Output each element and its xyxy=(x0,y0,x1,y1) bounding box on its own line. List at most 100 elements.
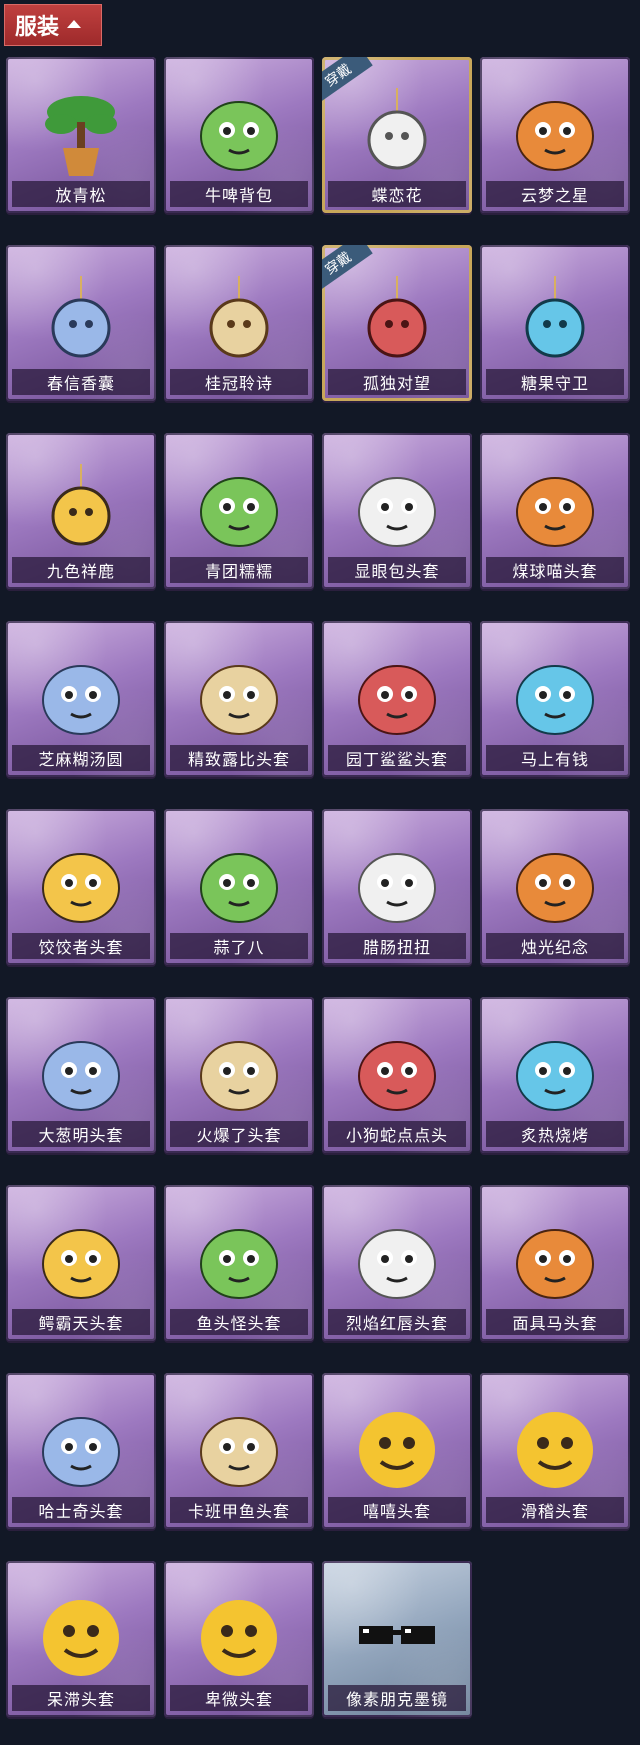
costume-card[interactable]: 穿戴 孤独对望 xyxy=(322,245,472,401)
lightbulb-head-icon xyxy=(347,458,447,558)
costume-name: 小狗蛇点点头 xyxy=(328,1121,466,1147)
husky-head-icon xyxy=(31,1398,131,1498)
costume-name: 芝麻糊汤圆 xyxy=(12,745,150,771)
category-label: 服装 xyxy=(15,15,60,40)
smirk-emoji-head-icon xyxy=(505,1398,605,1498)
garlic-head-icon xyxy=(189,834,289,934)
costume-card[interactable]: 精致露比头套 xyxy=(164,621,314,777)
costume-grid: 放青松 牛啤背包 穿戴 蝶恋花 云梦之星春信香囊 桂冠聆诗 穿戴 孤独对望 糖果守卫九色祥鹿 青团… xyxy=(6,57,630,1717)
dog-snake-head-icon xyxy=(347,1022,447,1122)
costume-card[interactable]: 大葱明头套 xyxy=(6,997,156,1153)
costume-card[interactable]: 园丁鲨鲨头套 xyxy=(322,621,472,777)
costume-card[interactable]: 蒜了八 xyxy=(164,809,314,965)
costume-name: 鱼头怪头套 xyxy=(170,1309,308,1335)
costume-name: 煤球喵头套 xyxy=(486,557,624,583)
costume-name: 蝶恋花 xyxy=(328,181,466,207)
costume-name: 马上有钱 xyxy=(486,745,624,771)
costume-card[interactable]: 火爆了头套 xyxy=(164,997,314,1153)
bbq-meat-head-icon xyxy=(505,1022,605,1122)
costume-card[interactable]: 鳄霸天头套 xyxy=(6,1185,156,1341)
costume-card[interactable]: 哈士奇头套 xyxy=(6,1373,156,1529)
grin-emoji-head-icon xyxy=(347,1398,447,1498)
costume-name: 面具马头套 xyxy=(486,1309,624,1335)
costume-card[interactable]: 鱼头怪头套 xyxy=(164,1185,314,1341)
costume-name: 孤独对望 xyxy=(328,369,466,395)
horse-mask-head-icon xyxy=(505,1210,605,1310)
costume-card[interactable]: 糖果守卫 xyxy=(480,245,630,401)
costume-card[interactable]: 放青松 xyxy=(6,57,156,213)
costume-name: 卡班甲鱼头套 xyxy=(170,1497,308,1523)
costume-name: 放青松 xyxy=(12,181,150,207)
cow-beer-barrel-icon xyxy=(189,82,289,182)
pink-beaver-head-icon xyxy=(189,646,289,746)
costume-card[interactable]: 饺饺者头套 xyxy=(6,809,156,965)
crystal-doll-charm-icon xyxy=(347,270,447,370)
costume-name: 烛光纪念 xyxy=(486,933,624,959)
green-rice-ball-icon xyxy=(189,458,289,558)
costume-card[interactable]: 桂冠聆诗 xyxy=(164,245,314,401)
costume-name: 园丁鲨鲨头套 xyxy=(328,745,466,771)
red-horse-head-icon xyxy=(505,646,605,746)
dachshund-head-icon xyxy=(347,834,447,934)
crocodile-head-icon xyxy=(31,1210,131,1310)
costume-card[interactable]: 卑微头套 xyxy=(164,1561,314,1717)
costume-name: 炙热烧烤 xyxy=(486,1121,624,1147)
costume-card[interactable]: 呆滞头套 xyxy=(6,1561,156,1717)
stare-emoji-head-icon xyxy=(31,1586,131,1686)
costume-name: 九色祥鹿 xyxy=(12,557,150,583)
yellow-mouse-head-icon xyxy=(347,1210,447,1310)
costume-name: 春信香囊 xyxy=(12,369,150,395)
costume-card[interactable]: 穿戴 蝶恋花 xyxy=(322,57,472,213)
costume-card[interactable]: 像素朋克墨镜 xyxy=(322,1561,472,1717)
costume-name: 腊肠扭扭 xyxy=(328,933,466,959)
pixel-sunglasses-icon xyxy=(347,1586,447,1686)
costume-card[interactable]: 滑稽头套 xyxy=(480,1373,630,1529)
costume-name: 显眼包头套 xyxy=(328,557,466,583)
humble-emoji-head-icon xyxy=(189,1586,289,1686)
costume-card[interactable]: 马上有钱 xyxy=(480,621,630,777)
costume-card[interactable]: 牛啤背包 xyxy=(164,57,314,213)
scallion-head-icon xyxy=(31,1022,131,1122)
laurel-doll-charm-icon xyxy=(189,270,289,370)
costume-card[interactable]: 芝麻糊汤圆 xyxy=(6,621,156,777)
costume-name: 鳄霸天头套 xyxy=(12,1309,150,1335)
chevron-up-icon xyxy=(67,20,82,28)
costume-card[interactable]: 烛光纪念 xyxy=(480,809,630,965)
costume-name: 哈士奇头套 xyxy=(12,1497,150,1523)
costume-name: 蒜了八 xyxy=(170,933,308,959)
deer-charm-icon xyxy=(31,458,131,558)
costume-category-toggle[interactable]: 服装 xyxy=(4,4,102,46)
costume-card[interactable]: 小狗蛇点点头 xyxy=(322,997,472,1153)
sachet-icon xyxy=(31,270,131,370)
costume-name: 糖果守卫 xyxy=(486,369,624,395)
bonsai-tree-icon xyxy=(31,82,131,182)
costume-card[interactable]: 面具马头套 xyxy=(480,1185,630,1341)
costume-name: 精致露比头套 xyxy=(170,745,308,771)
costume-card[interactable]: 显眼包头套 xyxy=(322,433,472,589)
costume-card[interactable]: 春信香囊 xyxy=(6,245,156,401)
turtle-head-icon xyxy=(189,1398,289,1498)
costume-card[interactable]: 烈焰红唇头套 xyxy=(322,1185,472,1341)
costume-card[interactable]: 嘻嘻头套 xyxy=(322,1373,472,1529)
shark-head-icon xyxy=(347,646,447,746)
costume-card[interactable]: 青团糯糯 xyxy=(164,433,314,589)
costume-card[interactable]: 煤球喵头套 xyxy=(480,433,630,589)
costume-name: 烈焰红唇头套 xyxy=(328,1309,466,1335)
costume-name: 火爆了头套 xyxy=(170,1121,308,1147)
costume-card[interactable]: 云梦之星 xyxy=(480,57,630,213)
cloud-dumpling-head-icon xyxy=(31,834,131,934)
costume-card[interactable]: 卡班甲鱼头套 xyxy=(164,1373,314,1529)
dumpling-head-icon xyxy=(31,646,131,746)
unicorn-cloud-icon xyxy=(505,82,605,182)
costume-card[interactable]: 九色祥鹿 xyxy=(6,433,156,589)
costume-name: 大葱明头套 xyxy=(12,1121,150,1147)
fish-head-icon xyxy=(189,1210,289,1310)
butterfly-bell-ornament-icon xyxy=(347,82,447,182)
costume-card[interactable]: 腊肠扭扭 xyxy=(322,809,472,965)
costume-name: 青团糯糯 xyxy=(170,557,308,583)
costume-name: 云梦之星 xyxy=(486,181,624,207)
costume-name: 卑微头套 xyxy=(170,1685,308,1711)
costume-name: 滑稽头套 xyxy=(486,1497,624,1523)
pumpkin-charm-icon xyxy=(505,270,605,370)
costume-card[interactable]: 炙热烧烤 xyxy=(480,997,630,1153)
